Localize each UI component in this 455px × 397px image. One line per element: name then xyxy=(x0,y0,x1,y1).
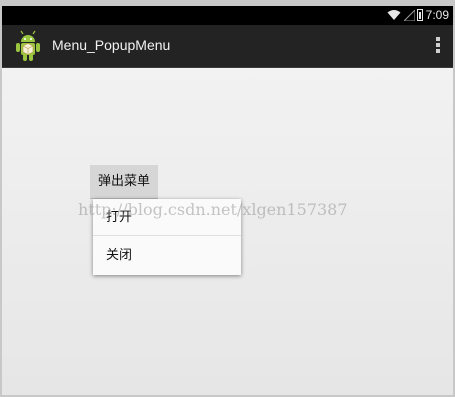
popup-menu-item-close[interactable]: 关闭 xyxy=(93,237,241,274)
screen: 7:09 Menu_PopupMenu 弹出菜单 打开 关闭 http://bl… xyxy=(2,6,453,395)
watermark: http://blog.csdn.net/xlgen157387 xyxy=(78,200,348,219)
wifi-icon xyxy=(387,10,401,20)
action-bar: Menu_PopupMenu xyxy=(2,25,453,68)
signal-icon xyxy=(404,10,415,21)
status-bar: 7:09 xyxy=(2,6,453,25)
android-icon[interactable] xyxy=(12,29,44,63)
app-title: Menu_PopupMenu xyxy=(52,37,171,53)
battery-icon xyxy=(417,9,423,21)
overflow-menu-icon[interactable] xyxy=(435,37,441,55)
clock: 7:09 xyxy=(425,8,449,22)
popup-menu-button[interactable]: 弹出菜单 xyxy=(90,165,158,199)
